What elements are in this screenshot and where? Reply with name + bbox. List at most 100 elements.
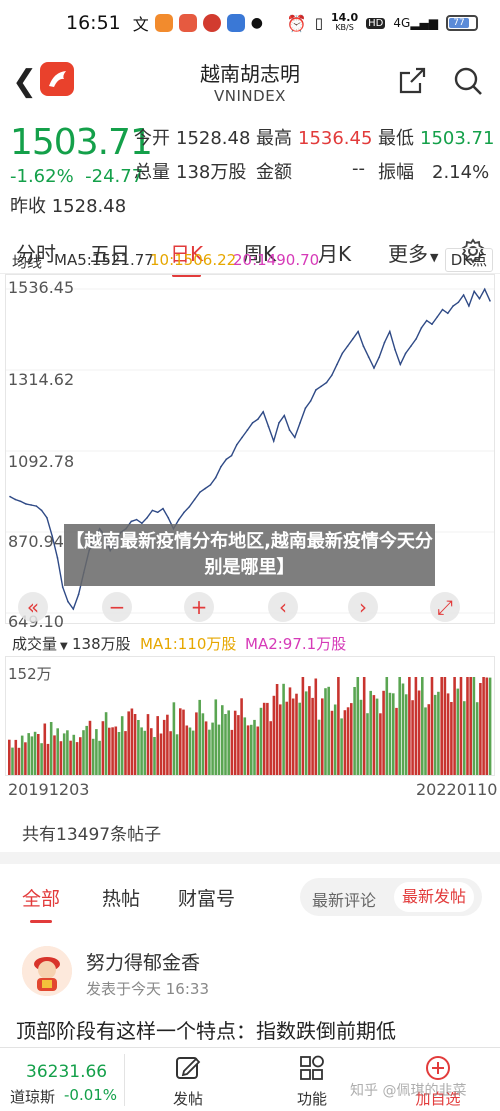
volume-bar <box>14 739 18 775</box>
volume-bar <box>179 708 182 775</box>
volume-bar <box>463 701 466 775</box>
price-point <box>193 498 196 501</box>
volume-bar <box>275 684 279 775</box>
volume-bar <box>279 704 282 775</box>
volume-bar <box>198 699 201 775</box>
price-point <box>288 429 291 431</box>
volume-bar <box>392 693 395 775</box>
volume-bar <box>356 677 360 775</box>
tab-more[interactable]: 更多 ▼ <box>388 238 438 267</box>
vibrate-icon: ▯ <box>314 14 323 32</box>
sort-latest-comment[interactable]: 最新评论 <box>312 887 376 911</box>
volume-bar <box>314 678 318 775</box>
tab-monthly-k[interactable]: 月K <box>318 238 351 267</box>
price-point <box>352 338 354 340</box>
volume-bar <box>288 687 292 775</box>
volume-bar <box>404 694 408 775</box>
volume-bar <box>217 724 221 775</box>
volume-bar <box>214 699 218 775</box>
last-price: 1503.71 <box>10 122 153 163</box>
bottom-divider <box>124 1054 125 1106</box>
volume-bar <box>359 699 363 775</box>
post-body[interactable]: 顶部阶段有这样一个特点：指数跌倒前期低 <box>16 1015 396 1044</box>
volume-chart[interactable] <box>5 656 495 776</box>
price-point <box>315 389 317 391</box>
quote-panel: 1503.71 -1.62% -24.77 昨收 1528.48 今开 1528.… <box>0 118 500 222</box>
expand-icon[interactable]: ⤢ <box>430 592 460 622</box>
volume-bar <box>450 702 453 775</box>
hd-icon: HD <box>366 17 386 29</box>
volume-bar <box>433 694 437 775</box>
volume-bar <box>79 737 82 775</box>
volume-bar <box>237 715 240 775</box>
price-point <box>246 429 249 431</box>
avatar[interactable] <box>22 946 72 996</box>
chevron-left-icon[interactable]: ‹ <box>268 592 298 622</box>
post-author[interactable]: 努力得郁金香 <box>86 948 200 975</box>
volume-bar <box>56 728 59 775</box>
volume-selector[interactable]: 成交量 ▼ <box>12 633 68 654</box>
chevron-right-icon[interactable]: › <box>348 592 378 622</box>
price-point <box>177 518 180 521</box>
volume-bar <box>262 702 266 775</box>
filter-fortune[interactable]: 财富号 <box>178 884 235 911</box>
volume-ma1: MA1:110万股 <box>140 635 237 653</box>
notification-icons: 文 ● <box>133 11 263 35</box>
sort-latest-post[interactable]: 最新发帖 <box>394 882 475 912</box>
volume-bar <box>443 677 447 775</box>
dropdown-icon: ▼ <box>430 251 439 264</box>
price-point <box>415 338 417 340</box>
volume-bar <box>240 698 243 775</box>
volume-bar <box>111 727 114 775</box>
volume-bar <box>301 677 305 775</box>
zoom-in-icon[interactable]: + <box>184 592 214 622</box>
price-point <box>420 327 423 329</box>
volume-bar <box>430 677 434 775</box>
share-icon[interactable] <box>396 65 428 97</box>
price-point <box>151 509 154 512</box>
price-point <box>40 509 43 512</box>
post-button[interactable]: 发帖 <box>158 1054 218 1109</box>
functions-button[interactable]: 功能 <box>282 1054 342 1109</box>
volume-ma2: MA2:97.1万股 <box>245 635 347 653</box>
volume-bar <box>337 677 340 775</box>
price-point <box>77 593 80 596</box>
zoom-out-icon[interactable]: − <box>102 592 132 622</box>
volume-bar <box>27 733 30 775</box>
volume-bar <box>321 698 324 775</box>
y-tick: 870.94 <box>8 532 64 551</box>
index-ticker-name[interactable]: 道琼斯 <box>10 1086 55 1107</box>
ma20-value: 20:1490.70 <box>233 251 320 269</box>
volume-bar <box>453 677 456 775</box>
price-point <box>67 600 69 603</box>
grid-icon <box>300 1055 324 1080</box>
dk-point-button[interactable]: DK点 <box>445 248 493 272</box>
price-point <box>468 305 470 307</box>
post-count: 共有13497条帖子 <box>22 825 162 845</box>
volume-bar <box>327 686 330 775</box>
filter-all[interactable]: 全部 <box>22 884 60 923</box>
search-icon[interactable] <box>452 65 484 97</box>
volume-bar <box>159 733 163 775</box>
price-point <box>325 381 328 384</box>
volume-bar <box>224 714 227 775</box>
post-time: 发表于今天 16:33 <box>86 980 209 998</box>
volume-bar <box>120 716 124 775</box>
volume-bar <box>75 742 79 775</box>
low-value: 最低 1503.71 <box>378 128 495 149</box>
price-point <box>362 345 365 347</box>
volume-bar <box>446 693 450 775</box>
filter-hot[interactable]: 热帖 <box>102 884 140 911</box>
price-point <box>225 458 228 461</box>
notif-app-icon <box>202 14 221 32</box>
volume-bar <box>53 735 56 775</box>
price-point <box>267 425 270 428</box>
volume-bar <box>233 710 237 775</box>
double-left-icon[interactable]: « <box>18 592 48 622</box>
volume-bar <box>17 747 21 775</box>
price-point <box>257 418 259 420</box>
index-ticker-value[interactable]: 36231.66 <box>26 1062 107 1082</box>
price-point <box>204 487 206 490</box>
volume-bar <box>162 719 166 775</box>
volume-bar <box>388 692 392 775</box>
